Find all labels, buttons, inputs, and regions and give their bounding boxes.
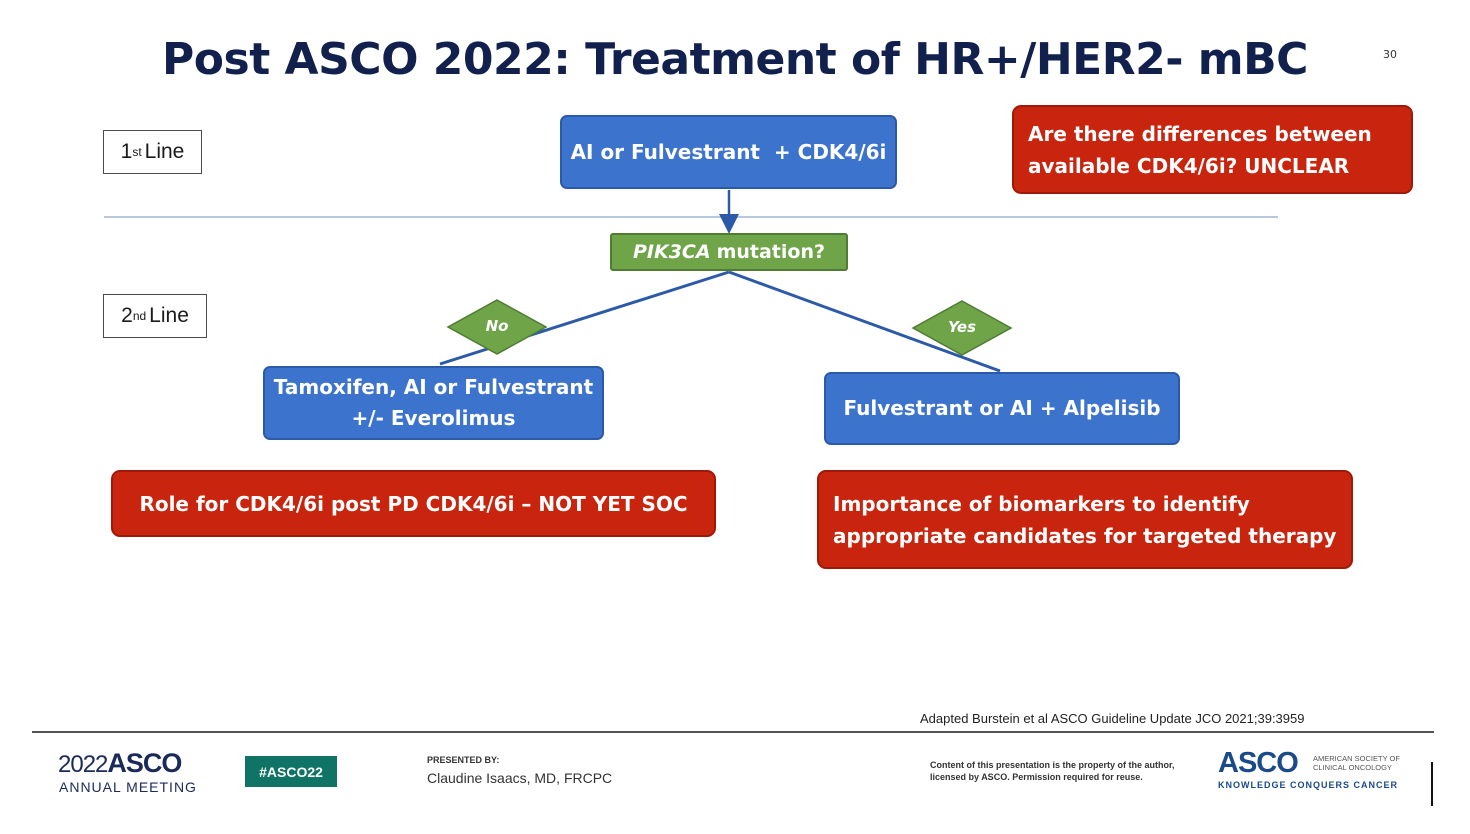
- first-line-text: Line: [144, 140, 185, 163]
- citation-text: Adapted Burstein et al ASCO Guideline Up…: [920, 711, 1305, 726]
- cdk-post-pd-callout: Role for CDK4/6i post PD CDK4/6i – NOT Y…: [111, 470, 716, 537]
- hashtag-badge: #ASCO22: [245, 756, 337, 787]
- yes-treatment-text: Fulvestrant or AI + Alpelisib: [843, 396, 1161, 420]
- first-line-num: 1: [120, 140, 133, 163]
- pik3ca-decision-box: PIK3CA mutation?: [610, 233, 848, 271]
- second-line-label: 2nd Line: [103, 294, 207, 338]
- asco-society-text: AMERICAN SOCIETY OF CLINICAL ONCOLOGY: [1313, 754, 1400, 772]
- presented-by-label: PRESENTED BY:: [427, 755, 500, 765]
- second-line-num: 2: [121, 304, 133, 327]
- first-line-sup: st: [132, 145, 142, 159]
- biomarkers-line2: appropriate candidates for targeted ther…: [833, 523, 1337, 548]
- asco-tagline: KNOWLEDGE CONQUERS CANCER: [1218, 780, 1399, 790]
- pik3ca-gene-text: PIK3CA: [632, 241, 711, 263]
- second-line-text: Line: [149, 304, 189, 327]
- no-label: No: [485, 317, 509, 335]
- cdk-differences-line2: available CDK4/6i? UNCLEAR: [1028, 153, 1350, 178]
- content-ownership-note: Content of this presentation is the prop…: [930, 760, 1175, 782]
- text-cursor: [1431, 762, 1433, 806]
- yes-label: Yes: [947, 318, 977, 336]
- meeting-logo: 2022ASCO: [58, 748, 182, 779]
- no-treatment-line1: Tamoxifen, AI or Fulvestrant: [273, 375, 594, 399]
- asco-logo: ASCO: [1218, 747, 1299, 779]
- footer-divider: [32, 731, 1434, 733]
- cdk-post-pd-text: Role for CDK4/6i post PD CDK4/6i – NOT Y…: [139, 491, 688, 516]
- first-line-label: 1st Line: [103, 130, 202, 174]
- annual-meeting-text: ANNUAL MEETING: [59, 779, 197, 795]
- second-line-sup: nd: [132, 309, 147, 323]
- cdk-differences-callout: Are there differences between available …: [1012, 105, 1413, 194]
- no-mutation-treatment-box: Tamoxifen, AI or Fulvestrant +/- Everoli…: [263, 366, 604, 440]
- yes-mutation-treatment-box: Fulvestrant or AI + Alpelisib: [824, 372, 1180, 445]
- first-line-treatment-text: AI or Fulvestrant + CDK4/6i: [570, 139, 887, 164]
- meeting-year: 2022: [58, 751, 108, 778]
- first-line-treatment-box: AI or Fulvestrant + CDK4/6i: [560, 115, 897, 189]
- no-treatment-line2: +/- Everolimus: [351, 406, 516, 430]
- biomarkers-callout: Importance of biomarkers to identify app…: [817, 470, 1353, 569]
- cdk-differences-line1: Are there differences between: [1028, 121, 1372, 146]
- biomarkers-line1: Importance of biomarkers to identify: [833, 491, 1250, 516]
- meeting-name: ASCO: [107, 748, 182, 778]
- mutation-question-text: mutation?: [716, 241, 826, 263]
- presenter-name: Claudine Isaacs, MD, FRCPC: [427, 770, 613, 786]
